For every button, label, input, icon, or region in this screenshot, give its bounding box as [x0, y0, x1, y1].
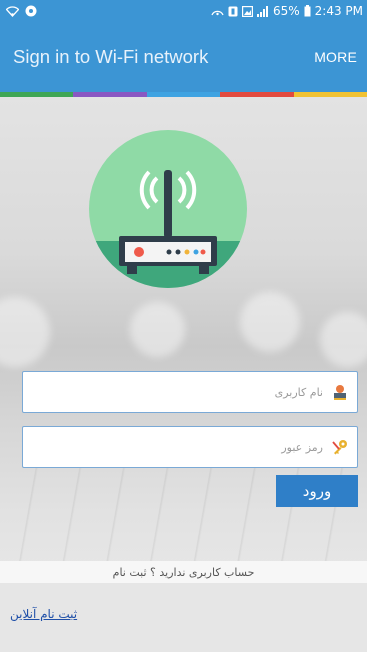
username-placeholder: نام کاربری: [274, 385, 323, 399]
background-bokeh: [320, 312, 367, 367]
status-bar: 65% 2:43 PM: [0, 0, 367, 22]
battery-percent: 65%: [272, 4, 300, 18]
online-register-link[interactable]: ثبت نام آنلاین: [10, 607, 77, 621]
login-content: نام کاربری رمز عبور ورود حساب کاربری ندا…: [0, 97, 367, 652]
signal-icon: [256, 5, 269, 17]
more-button[interactable]: MORE: [314, 49, 357, 65]
location-icon: [25, 5, 37, 17]
background-bokeh: [130, 302, 185, 357]
wifi-icon: [6, 5, 19, 17]
no-account-text[interactable]: حساب کاربری ندارید ؟ ثبت نام: [0, 561, 367, 583]
key-icon: [331, 438, 349, 456]
page-title: Sign in to Wi-Fi network: [13, 46, 209, 67]
app-bar: Sign in to Wi-Fi network MORE: [0, 22, 367, 92]
background-bokeh: [240, 292, 300, 352]
password-placeholder: رمز عبور: [281, 440, 323, 454]
user-icon: [331, 383, 349, 401]
password-field[interactable]: رمز عبور: [22, 426, 358, 468]
notification-icon: [228, 6, 238, 17]
status-time: 2:43 PM: [314, 4, 363, 18]
wifi-router-icon: [89, 130, 247, 288]
username-field[interactable]: نام کاربری: [22, 371, 358, 413]
bottom-bar: ثبت نام آنلاین: [0, 583, 367, 652]
gallery-icon: [241, 5, 253, 17]
data-saver-icon: [211, 6, 224, 16]
login-button[interactable]: ورود: [276, 475, 358, 507]
battery-icon: [304, 5, 311, 17]
background-bokeh: [0, 297, 50, 367]
